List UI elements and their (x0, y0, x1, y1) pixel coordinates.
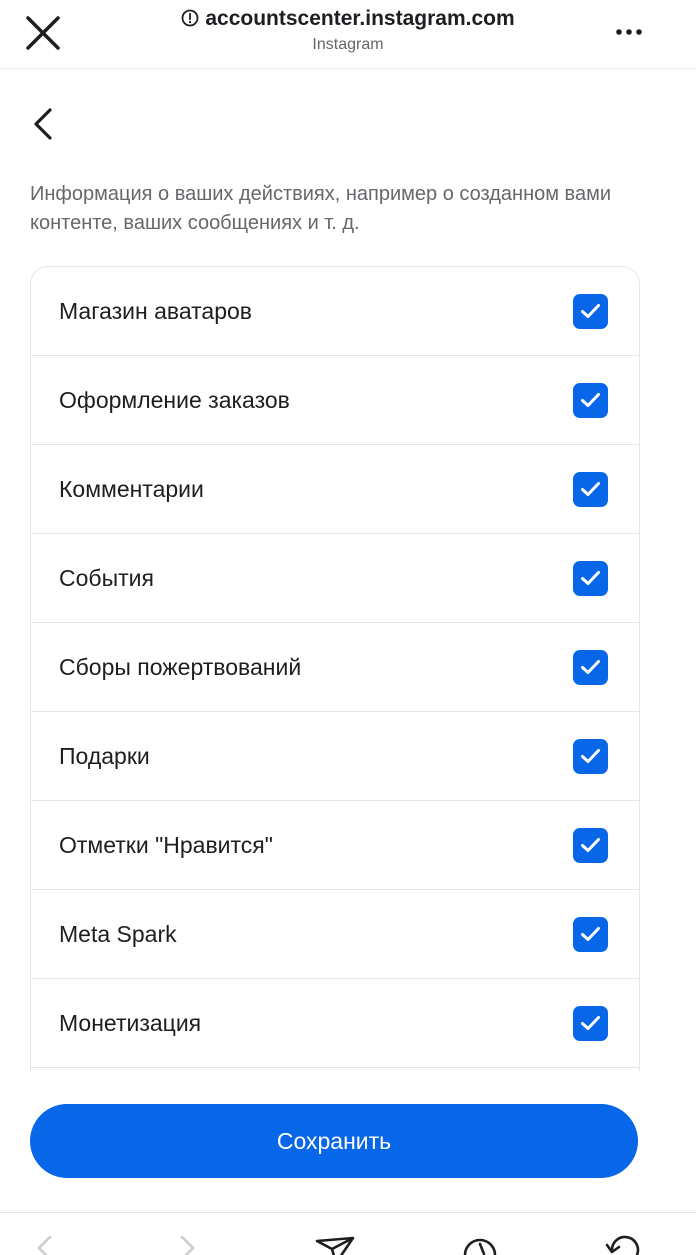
list-item[interactable]: Оформление заказов (31, 356, 639, 445)
list-item-label: Оформление заказов (59, 387, 290, 413)
info-icon (181, 9, 199, 27)
check-icon (581, 749, 600, 763)
list-item-label: Монетизация (59, 1010, 202, 1036)
check-icon (581, 660, 600, 674)
chevron-left-icon[interactable] (28, 104, 60, 144)
checkbox[interactable] (573, 294, 608, 329)
check-icon (581, 838, 600, 852)
reload-icon[interactable] (604, 1233, 644, 1255)
list-item-label: Отметки "Нравится" (59, 832, 273, 858)
site-name: Instagram (312, 36, 384, 53)
url-block: accountscenter.instagram.com Instagram (0, 6, 696, 56)
list-item[interactable]: Магазин аватаров (31, 267, 639, 356)
checkbox[interactable] (573, 383, 608, 418)
compass-icon[interactable] (460, 1235, 500, 1255)
list-item[interactable]: События (31, 534, 639, 623)
list-item[interactable]: Комментарии (31, 445, 639, 534)
checkbox[interactable] (573, 472, 608, 507)
url-line[interactable]: accountscenter.instagram.com (0, 6, 696, 32)
check-icon (581, 927, 600, 941)
checkbox[interactable] (573, 917, 608, 952)
description-text: Информация о ваших действиях, например о… (30, 183, 611, 234)
save-button[interactable]: Сохранить (30, 1104, 638, 1178)
list-item[interactable]: Сборы пожертвований (31, 623, 639, 712)
list-item[interactable]: Отметки "Нравится" (31, 801, 639, 890)
list-item[interactable]: Подарки (31, 712, 639, 801)
list-item-label: Сборы пожертвований (59, 654, 302, 680)
check-icon (581, 571, 600, 585)
back-icon[interactable] (34, 1233, 56, 1255)
checkbox[interactable] (573, 739, 608, 774)
list-item[interactable]: Meta Spark (31, 890, 639, 979)
checkbox[interactable] (573, 650, 608, 685)
browser-bottom-toolbar (0, 1212, 696, 1255)
checkbox[interactable] (573, 828, 608, 863)
list-item-label: Комментарии (59, 476, 204, 502)
list-item-label: Meta Spark (59, 921, 177, 947)
more-icon[interactable] (614, 24, 644, 40)
forward-icon[interactable] (176, 1233, 198, 1255)
settings-list: Магазин аватаров Оформление заказов Комм… (30, 266, 640, 1071)
check-icon (581, 393, 600, 407)
share-icon[interactable] (314, 1235, 356, 1255)
list-item-label: Подарки (59, 743, 150, 769)
check-icon (581, 1016, 600, 1030)
browser-top-bar: accountscenter.instagram.com Instagram (0, 0, 696, 69)
list-item[interactable]: Монетизация (31, 979, 639, 1068)
check-icon (581, 482, 600, 496)
checkbox[interactable] (573, 561, 608, 596)
check-icon (581, 304, 600, 318)
list-item-label: Магазин аватаров (59, 298, 253, 324)
checkbox[interactable] (573, 1006, 608, 1041)
list-item-label: События (59, 565, 154, 591)
url-text: accountscenter.instagram.com (205, 7, 515, 30)
